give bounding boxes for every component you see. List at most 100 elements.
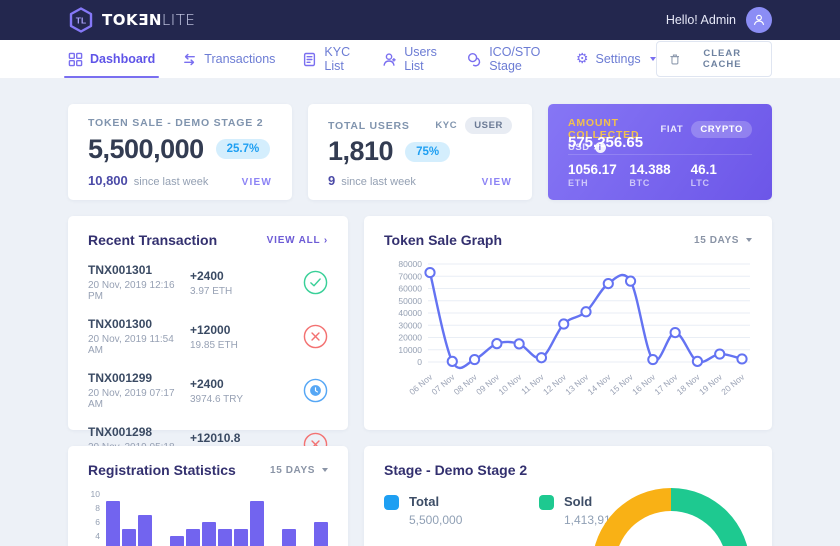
total-users-value: 1,810: [328, 136, 393, 167]
clear-cache-button[interactable]: CLEAR CACHE: [656, 41, 772, 77]
bar: [106, 501, 120, 546]
registration-statistics-panel: Registration Statistics 15 DAYS 108642: [68, 446, 348, 546]
svg-text:11 Nov: 11 Nov: [519, 371, 546, 396]
panel-title: Token Sale Graph: [384, 232, 502, 248]
view-link[interactable]: VIEW: [482, 177, 512, 188]
nav-tab-ico-sto-stage[interactable]: ICO/STO Stage: [467, 40, 549, 78]
logo-hexagon-icon: TL: [68, 7, 94, 33]
person-icon: [752, 13, 766, 27]
svg-text:07 Nov: 07 Nov: [430, 371, 458, 396]
legend-item-total: Total 5,500,000: [384, 494, 539, 527]
panel-title: Stage - Demo Stage 2: [384, 462, 527, 478]
txn-amount: +2400: [190, 269, 294, 283]
fiat-toggle[interactable]: FIAT: [661, 124, 684, 135]
txn-id: TNX001298: [88, 425, 190, 439]
transaction-row[interactable]: TNX001301 20 Nov, 2019 12:16 PM +2400 3.…: [88, 263, 328, 302]
nav-label: Dashboard: [90, 52, 155, 66]
delta-value: 10,800: [88, 173, 128, 188]
bar: [218, 529, 232, 546]
info-icon[interactable]: i: [595, 142, 606, 153]
panel-title: Recent Transaction: [88, 232, 217, 248]
greeting-text: Hello! Admin: [666, 13, 736, 27]
total-users-card: TOTAL USERS KYC USER 1,810 75% 9 since l…: [308, 104, 532, 200]
txn-converted: 3.97 ETH: [190, 286, 294, 297]
txn-amount: +12000: [190, 323, 294, 337]
bar: [282, 529, 296, 546]
dashboard-grid-icon: [68, 52, 83, 67]
percent-badge: 25.7%: [216, 139, 271, 159]
txn-id: TNX001300: [88, 317, 190, 331]
svg-text:06 Nov: 06 Nov: [407, 371, 435, 396]
txn-date: 20 Nov, 2019 07:17 AM: [88, 388, 190, 410]
logo-wordmark: TOKƎNLITE: [102, 11, 195, 29]
bar: [138, 515, 152, 546]
txn-id: TNX001301: [88, 263, 190, 277]
nav-tab-users-list[interactable]: Users List: [382, 40, 440, 78]
app-logo[interactable]: TL TOKƎNLITE: [68, 7, 195, 33]
svg-text:20000: 20000: [398, 333, 422, 343]
delta-caption: since last week: [341, 176, 416, 188]
amount-collected-card: AMOUNT COLLECTED FIAT CRYPTO 575,256.65 …: [548, 104, 772, 200]
svg-text:09 Nov: 09 Nov: [474, 371, 502, 396]
btc-amount: 14.388 BTC: [629, 162, 690, 188]
kyc-toggle[interactable]: KYC: [435, 120, 457, 131]
token-sale-graph-panel: Token Sale Graph 15 DAYS 010000200003000…: [364, 216, 772, 430]
panel-title: Registration Statistics: [88, 462, 236, 478]
user-toggle[interactable]: USER: [465, 117, 512, 134]
range-dropdown[interactable]: 15 DAYS: [270, 465, 328, 476]
x-circle-icon[interactable]: [294, 324, 328, 349]
txn-amount: +12010.8: [190, 431, 294, 445]
nav-tab-dashboard[interactable]: Dashboard: [68, 40, 155, 78]
bar-chart-y-axis: 108642: [88, 494, 106, 546]
coins-icon: [467, 52, 482, 67]
txn-date: 20 Nov, 2019 11:54 AM: [88, 334, 190, 356]
nav-label: Transactions: [204, 52, 275, 66]
eth-amount: 1056.17 ETH: [568, 162, 629, 188]
legend-swatch: [539, 495, 554, 510]
txn-id: TNX001299: [88, 371, 190, 385]
percent-badge: 75%: [405, 142, 450, 162]
nav-tab-transactions[interactable]: Transactions: [182, 40, 275, 78]
txn-converted: 19.85 ETH: [190, 340, 294, 351]
bar-chart-bars: [106, 494, 328, 546]
nav-tab-settings[interactable]: ⚙ Settings: [576, 40, 656, 78]
stage-donut-chart: 5,500,000 TLE: [592, 488, 750, 546]
svg-text:10 Nov: 10 Nov: [496, 371, 524, 396]
bar: [250, 501, 264, 546]
recent-transactions-panel: Recent Transaction VIEW ALL › TNX001301 …: [68, 216, 348, 430]
transaction-row[interactable]: TNX001300 20 Nov, 2019 11:54 AM +12000 1…: [88, 317, 328, 356]
svg-text:18 Nov: 18 Nov: [675, 371, 703, 396]
token-sale-card: TOKEN SALE - DEMO STAGE 2 5,500,000 25.7…: [68, 104, 292, 200]
svg-text:30000: 30000: [398, 320, 422, 330]
token-sale-value: 5,500,000: [88, 134, 204, 165]
view-all-link[interactable]: VIEW ALL ›: [267, 235, 328, 246]
nav-label: ICO/STO Stage: [489, 45, 549, 73]
svg-text:20 Nov: 20 Nov: [719, 371, 747, 396]
bar: [186, 529, 200, 546]
gear-icon: ⚙: [576, 52, 589, 66]
transaction-row[interactable]: TNX001299 20 Nov, 2019 07:17 AM +2400 39…: [88, 371, 328, 410]
svg-text:19 Nov: 19 Nov: [697, 371, 725, 396]
delta-caption: since last week: [134, 176, 209, 188]
check-circle-icon[interactable]: [294, 270, 328, 295]
svg-text:70000: 70000: [398, 271, 422, 281]
svg-text:12 Nov: 12 Nov: [541, 371, 569, 396]
range-dropdown[interactable]: 15 DAYS: [694, 235, 752, 246]
svg-text:TL: TL: [76, 16, 86, 26]
user-avatar[interactable]: [746, 7, 772, 33]
svg-text:10000: 10000: [398, 345, 422, 355]
clock-circle-icon[interactable]: [294, 378, 328, 403]
bar: [122, 529, 136, 546]
token-sale-line-chart: 0100002000030000400005000060000700008000…: [384, 256, 752, 408]
chevron-down-icon: [322, 468, 328, 472]
view-link[interactable]: VIEW: [242, 177, 272, 188]
svg-text:40000: 40000: [398, 308, 422, 318]
user-icon: [382, 52, 397, 67]
svg-text:08 Nov: 08 Nov: [452, 371, 480, 396]
nav-tab-kyc-list[interactable]: KYC List: [302, 40, 355, 78]
bar: [234, 529, 248, 546]
txn-converted: 3974.6 TRY: [190, 394, 294, 405]
bar: [170, 536, 184, 546]
usd-label: USD: [568, 142, 590, 153]
top-header: TL TOKƎNLITE Hello! Admin: [0, 0, 840, 40]
